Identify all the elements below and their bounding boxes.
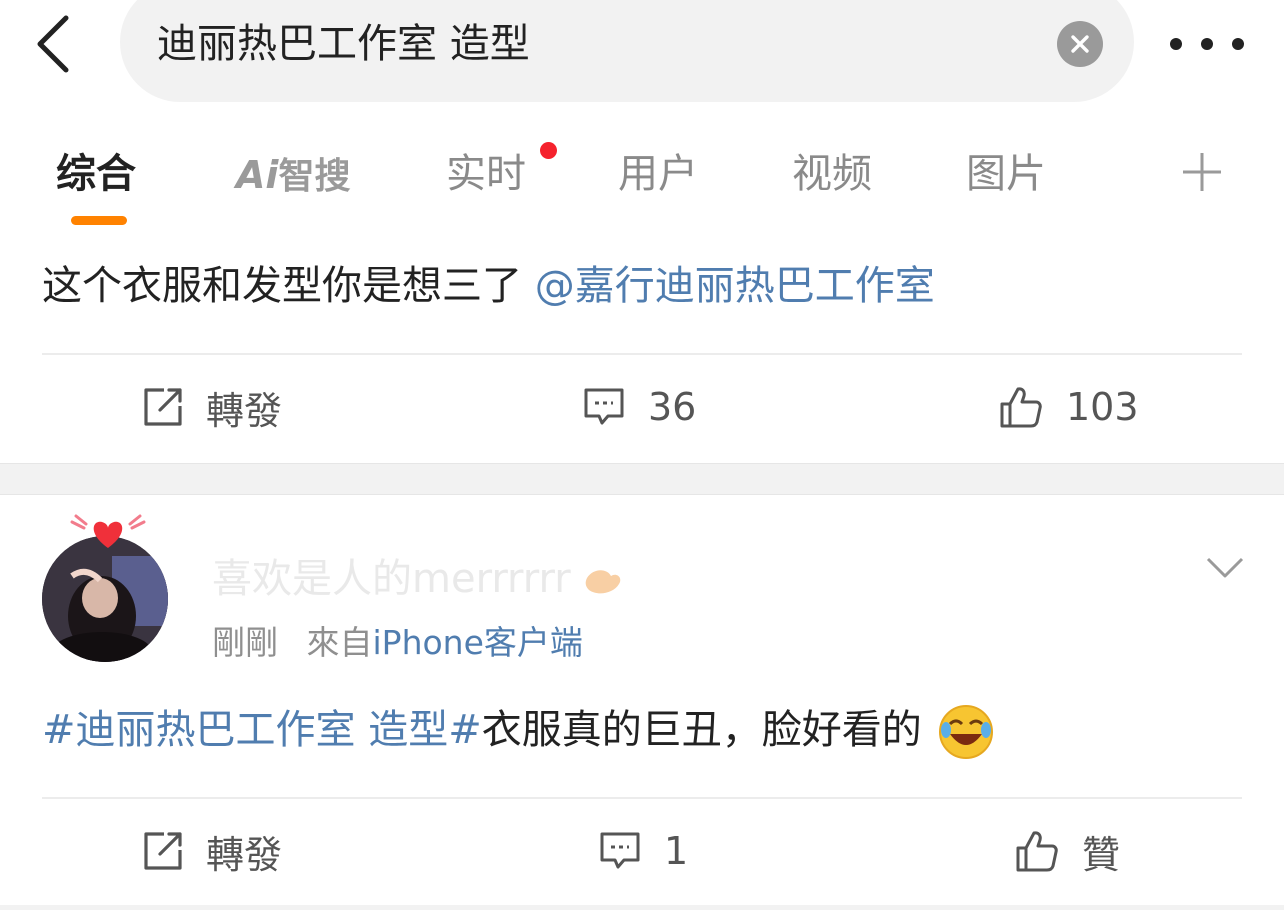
avatar[interactable] [40, 514, 170, 666]
comment-button[interactable]: 1 [598, 825, 688, 877]
more-dot [1201, 38, 1213, 50]
tab-realtime[interactable]: 实时 [446, 148, 526, 200]
more-icon[interactable] [1170, 30, 1244, 58]
back-arrow-icon [37, 15, 69, 73]
like-count: 103 [1066, 385, 1139, 429]
repost-icon [144, 832, 182, 870]
repost-button[interactable]: 轉發 [142, 825, 282, 877]
feed-separator [0, 905, 1284, 910]
like-label: 贊 [1082, 832, 1121, 877]
repost-label: 轉發 [206, 388, 283, 433]
tab-videos[interactable]: 视频 [792, 148, 872, 200]
more-dot [1232, 38, 1244, 50]
comment-icon [600, 832, 640, 869]
post-menu-button[interactable] [1206, 556, 1244, 580]
source-link[interactable]: iPhone客户端 [373, 623, 583, 662]
add-tab-button[interactable] [1180, 150, 1224, 194]
username-text: 喜欢是人的merrrrrr [212, 556, 571, 602]
post-text: 这个衣服和发型你是想三了 @嘉行迪丽热巴工作室 [42, 258, 935, 314]
divider [42, 797, 1242, 799]
tab-ai-search[interactable]: Ai智搜 [236, 150, 350, 202]
search-input[interactable]: 迪丽热巴工作室 造型 [157, 18, 530, 70]
post-meta: 剛剛 來自iPhone客户端 [212, 620, 583, 666]
divider [42, 353, 1242, 355]
active-tab-indicator [71, 216, 127, 225]
avatar-image [42, 536, 168, 662]
tab-images[interactable]: 图片 [966, 148, 1046, 200]
kiss-emoji-icon [586, 570, 621, 594]
like-button[interactable]: 103 [998, 381, 1139, 433]
username[interactable]: 喜欢是人的merrrrrr [212, 552, 623, 606]
comment-icon [584, 388, 624, 425]
repost-icon [144, 388, 182, 426]
tab-all[interactable]: 综合 [56, 148, 136, 200]
comment-count: 1 [664, 829, 689, 873]
post-text: #迪丽热巴工作室 造型#衣服真的巨丑，脸好看的 [42, 702, 994, 760]
mention-link[interactable]: @嘉行迪丽热巴工作室 [535, 263, 935, 309]
repost-label: 轉發 [206, 832, 283, 877]
feed-separator [0, 463, 1284, 495]
notification-dot [540, 142, 557, 159]
chevron-down-icon [1206, 557, 1244, 578]
hashtag-link[interactable]: #迪丽热巴工作室 造型# [42, 707, 482, 753]
repost-button[interactable]: 轉發 [142, 381, 282, 433]
comment-button[interactable]: 36 [582, 381, 696, 433]
post-body: 这个衣服和发型你是想三了 [42, 263, 522, 309]
tab-users[interactable]: 用户 [618, 148, 698, 200]
clear-search-button[interactable] [1057, 21, 1103, 67]
ai-logo: Ai [236, 153, 279, 197]
more-dot [1170, 38, 1182, 50]
like-button[interactable]: 贊 [1014, 825, 1120, 877]
laughing-emoji-icon [939, 705, 994, 759]
plus-icon [1183, 153, 1221, 191]
post-body: 衣服真的巨丑，脸好看的 [481, 707, 922, 753]
heart-frame-decoration [70, 514, 146, 548]
post-time: 剛剛 [212, 623, 278, 662]
clear-icon [1071, 35, 1089, 53]
comment-count: 36 [648, 385, 697, 429]
back-button[interactable] [28, 12, 84, 76]
tab-ai-search-label: 智搜 [278, 156, 351, 197]
like-icon [1016, 831, 1058, 872]
source-prefix: 來自 [306, 623, 373, 662]
like-icon [1000, 387, 1042, 428]
